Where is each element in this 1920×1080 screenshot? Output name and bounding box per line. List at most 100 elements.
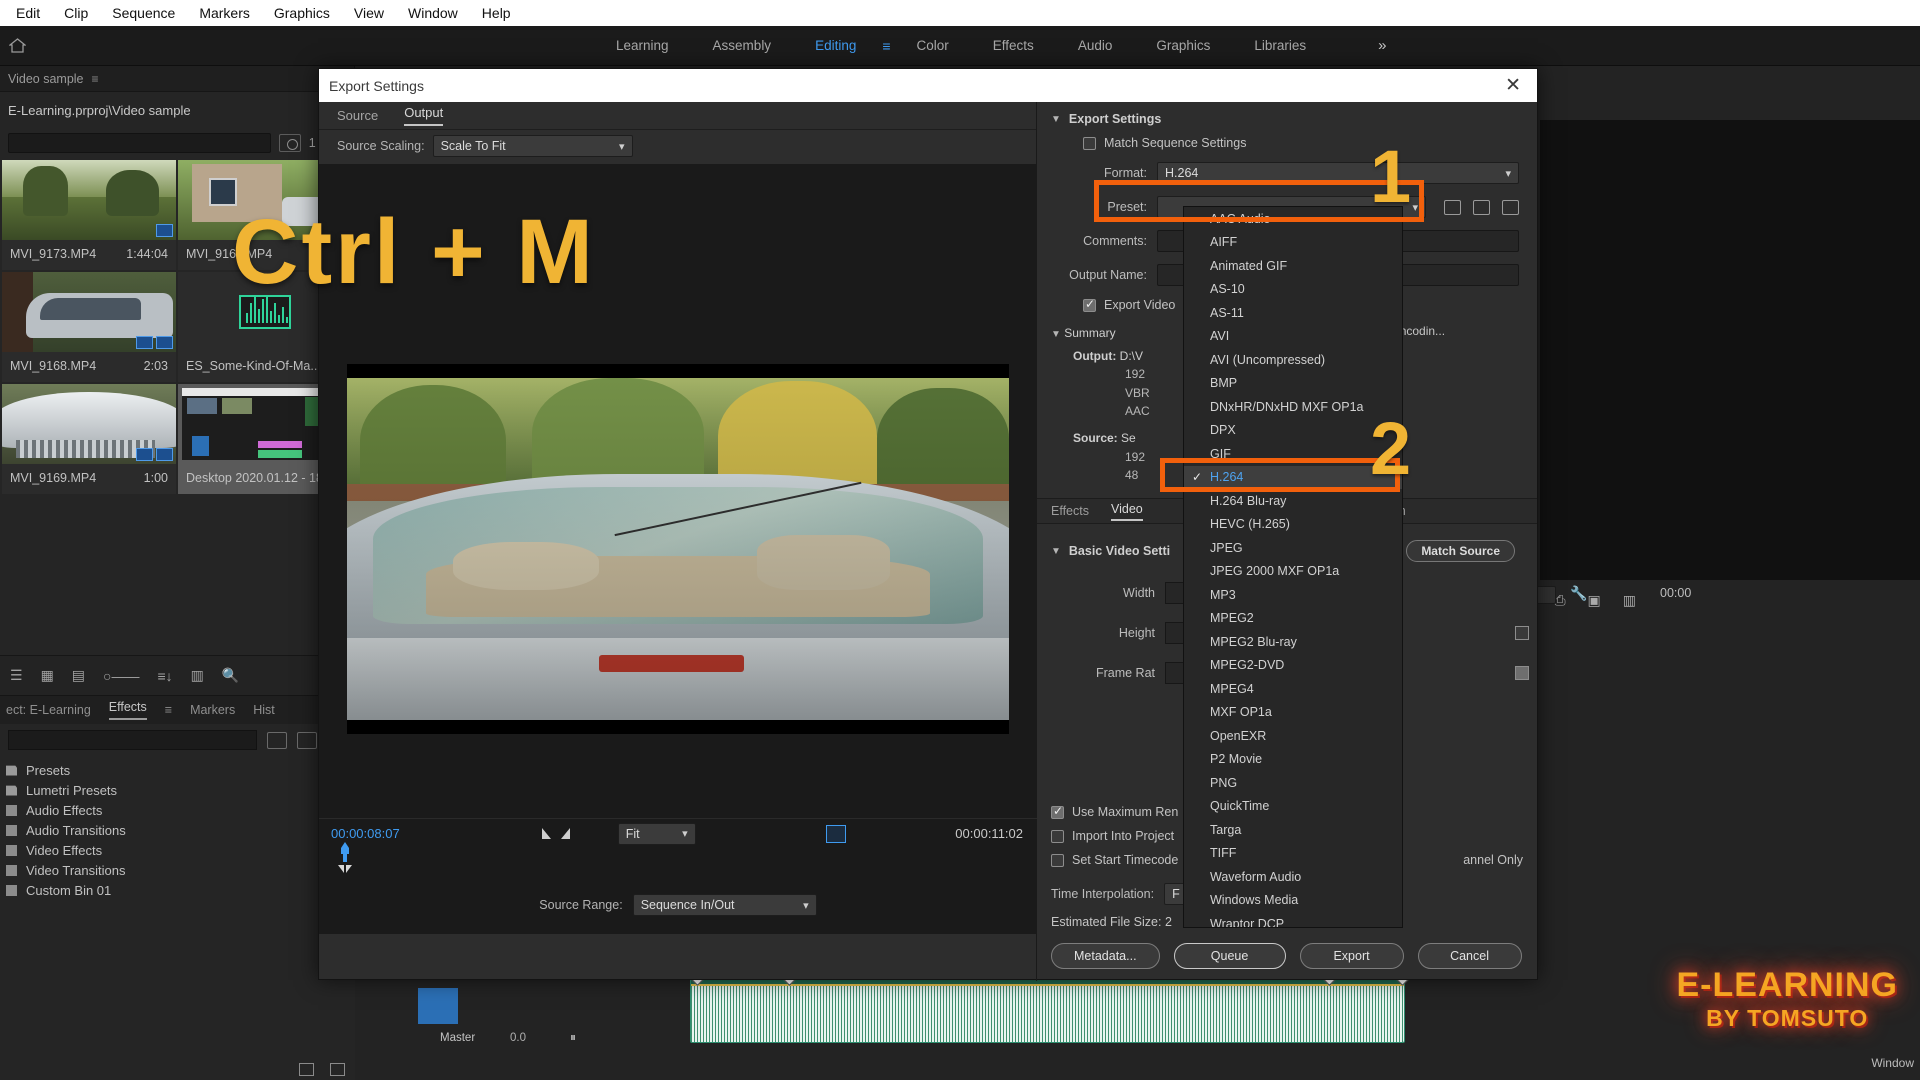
link-dimensions-checkbox[interactable]	[1515, 626, 1529, 640]
format-option[interactable]: AS-10	[1184, 278, 1402, 302]
use-max-render-checkbox[interactable]	[1051, 804, 1064, 819]
format-option[interactable]: QuickTime	[1184, 795, 1402, 819]
effects-item-custom-bin-01[interactable]: Custom Bin 01	[0, 880, 355, 900]
export-button[interactable]: Export	[1299, 943, 1404, 969]
workspace-tab-audio[interactable]: Audio	[1056, 32, 1135, 59]
format-option[interactable]: BMP	[1184, 372, 1402, 396]
format-option[interactable]: H.264 Blu-ray	[1184, 489, 1402, 513]
format-option[interactable]: Animated GIF	[1184, 254, 1402, 278]
freeform-view-icon[interactable]: ▤	[72, 667, 85, 684]
format-option[interactable]: PNG	[1184, 771, 1402, 795]
effects-item-video-transitions[interactable]: Video Transitions	[0, 860, 355, 880]
panel-menu-icon[interactable]: ≡	[92, 72, 99, 86]
workspace-tab-graphics[interactable]: Graphics	[1134, 32, 1232, 59]
match-sequence-settings-row[interactable]: Match Sequence Settings	[1083, 136, 1519, 150]
workspace-tab-editing[interactable]: Editing	[793, 32, 878, 59]
workspace-tab-learning[interactable]: Learning	[594, 32, 691, 59]
delete-icon[interactable]	[330, 1063, 345, 1076]
tab-output[interactable]: Output	[404, 105, 444, 126]
menu-item-edit[interactable]: Edit	[4, 2, 52, 24]
workspace-tab-effects[interactable]: Effects	[971, 32, 1056, 59]
cancel-button[interactable]: Cancel	[1417, 943, 1522, 969]
set-out-point-icon[interactable]	[560, 828, 570, 839]
chevron-double-right-icon[interactable]: »	[1368, 37, 1396, 54]
find-icon[interactable]: 🔍	[222, 667, 239, 684]
home-icon[interactable]	[0, 26, 34, 66]
effects-item-video-effects[interactable]: Video Effects	[0, 840, 355, 860]
set-in-point-icon[interactable]	[541, 828, 551, 839]
project-item[interactable]: MVI_9169.MP4 1:00	[2, 384, 176, 494]
bit-depth-icon[interactable]	[297, 731, 317, 749]
trash-icon[interactable]	[1502, 199, 1519, 215]
effects-item-lumetri-presets[interactable]: Lumetri Presets	[0, 780, 355, 800]
tab-video[interactable]: Video	[1110, 502, 1143, 521]
workspace-tab-assembly[interactable]: Assembly	[691, 32, 794, 59]
format-option[interactable]: P2 Movie	[1184, 748, 1402, 772]
list-view-icon[interactable]: ☰	[10, 667, 23, 684]
match-source-button[interactable]: Match Source	[1406, 540, 1515, 562]
format-option[interactable]: Targa	[1184, 818, 1402, 842]
project-search-input[interactable]	[8, 133, 271, 153]
format-option[interactable]: TIFF	[1184, 842, 1402, 866]
format-option[interactable]: MPEG2 Blu-ray	[1184, 630, 1402, 654]
export-settings-header[interactable]: ▼ Export Settings	[1051, 112, 1519, 126]
format-option[interactable]: MXF OP1a	[1184, 701, 1402, 725]
preview-current-time[interactable]: 00:00:08:07	[331, 826, 400, 841]
format-option[interactable]: MPEG4	[1184, 677, 1402, 701]
format-option[interactable]: Waveform Audio	[1184, 865, 1402, 889]
tab-effects[interactable]: Effects	[108, 700, 147, 720]
format-option[interactable]: Wraptor DCP	[1184, 912, 1402, 927]
format-dropdown-list[interactable]: AAC Audio AIFF Animated GIF AS-10 AS-11 …	[1183, 206, 1403, 928]
frame-rate-checkbox[interactable]	[1515, 666, 1529, 680]
source-range-select[interactable]: Sequence In/Out ▾	[632, 894, 817, 916]
save-preset-icon[interactable]	[1444, 199, 1461, 215]
volume-rubberband[interactable]	[691, 984, 1404, 986]
export-video-checkbox[interactable]	[1083, 297, 1096, 312]
effects-item-audio-effects[interactable]: Audio Effects	[0, 800, 355, 820]
sort-icon[interactable]: ≡↓	[158, 668, 173, 684]
tab-source[interactable]: Source	[337, 108, 378, 123]
panel-menu-icon[interactable]: ≡	[165, 703, 172, 717]
icon-view-icon[interactable]: ▦	[41, 667, 54, 684]
format-option[interactable]: OpenEXR	[1184, 724, 1402, 748]
format-option[interactable]: MPEG2-DVD	[1184, 654, 1402, 678]
automate-to-sequence-icon[interactable]: ▥	[191, 667, 204, 684]
format-option[interactable]: HEVC (H.265)	[1184, 513, 1402, 537]
comparison-view-icon[interactable]: ▥	[1623, 592, 1636, 609]
tab-project[interactable]: ect: E-Learning	[6, 703, 91, 717]
new-bin-icon[interactable]	[299, 1063, 314, 1076]
effects-search-input[interactable]	[8, 730, 257, 750]
close-icon[interactable]: ✕	[1499, 76, 1527, 95]
wrench-icon[interactable]: 🔧	[1570, 585, 1587, 602]
workspace-tab-color[interactable]: Color	[895, 32, 971, 59]
accelerated-effects-icon[interactable]	[267, 731, 287, 749]
menu-item-window[interactable]: Window	[396, 2, 470, 24]
timeline-audio-clip[interactable]	[690, 975, 1405, 1043]
format-select[interactable]: H.264 ▾	[1157, 162, 1519, 184]
set-start-timecode-checkbox[interactable]	[1051, 853, 1064, 867]
menu-item-clip[interactable]: Clip	[52, 2, 100, 24]
project-item[interactable]: MVI_9173.MP4 1:44:04	[2, 160, 176, 270]
freeform-view-icon[interactable]	[278, 134, 301, 152]
menu-item-help[interactable]: Help	[470, 2, 523, 24]
format-option[interactable]: AIFF	[1184, 231, 1402, 255]
menu-item-view[interactable]: View	[342, 2, 396, 24]
import-into-project-checkbox[interactable]	[1051, 829, 1064, 843]
tab-markers[interactable]: Markers	[190, 703, 235, 717]
menu-item-markers[interactable]: Markers	[187, 2, 262, 24]
project-item[interactable]: MVI_9168.MP4 2:03	[2, 272, 176, 382]
preview-zoom-select[interactable]: Fit ▾	[617, 822, 696, 845]
format-option[interactable]: AVI (Uncompressed)	[1184, 348, 1402, 372]
metadata-button[interactable]: Metadata...	[1051, 943, 1160, 969]
hamburger-icon[interactable]: ≡	[878, 38, 894, 54]
export-frame-icon[interactable]: ▣	[1588, 592, 1601, 609]
format-option[interactable]: MP3	[1184, 583, 1402, 607]
format-option[interactable]: AVI	[1184, 325, 1402, 349]
zoom-slider[interactable]: ○——	[103, 668, 139, 684]
queue-button[interactable]: Queue	[1173, 943, 1286, 969]
format-option[interactable]: JPEG	[1184, 536, 1402, 560]
menu-item-graphics[interactable]: Graphics	[262, 2, 342, 24]
format-option[interactable]: Windows Media	[1184, 889, 1402, 913]
tab-effects[interactable]: Effects	[1051, 504, 1089, 518]
import-preset-icon[interactable]	[1473, 199, 1490, 215]
